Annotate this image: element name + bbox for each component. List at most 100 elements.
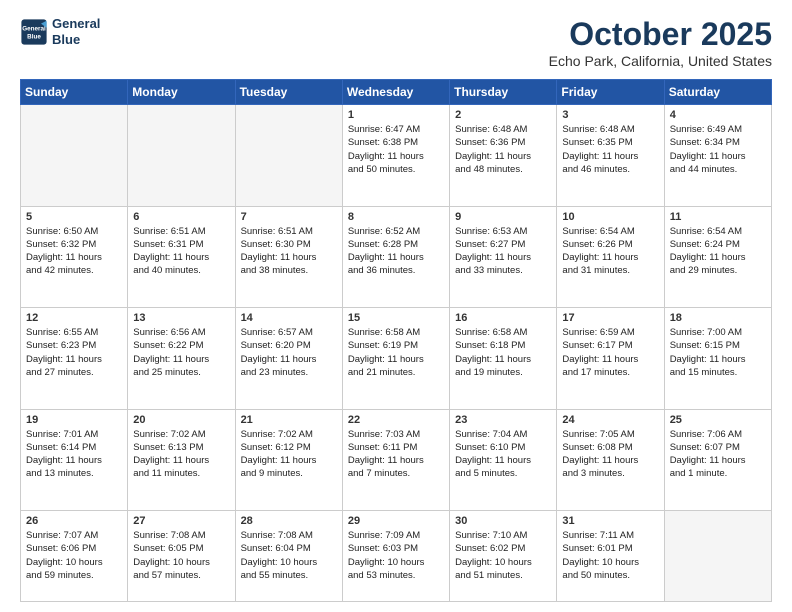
day-detail: Sunrise: 6:54 AM Sunset: 6:24 PM Dayligh… xyxy=(670,225,766,278)
day-detail: Sunrise: 7:09 AM Sunset: 6:03 PM Dayligh… xyxy=(348,529,444,582)
calendar-cell: 20Sunrise: 7:02 AM Sunset: 6:13 PM Dayli… xyxy=(128,409,235,511)
calendar-cell: 23 Sunrise: 7:04 AM Sunset: 6:10 PM Dayli… xyxy=(450,409,557,511)
day-number: 29 xyxy=(348,515,444,527)
day-detail: Sunrise: 7:10 AM Sunset: 6:02 PM Dayligh… xyxy=(455,529,551,582)
calendar-cell: 6 Sunrise: 6:51 AM Sunset: 6:31 PM Daylig… xyxy=(128,206,235,308)
calendar-cell: 12 Sunrise: 6:55 AM Sunset: 6:23 PM Dayli… xyxy=(21,308,128,410)
calendar-cell: 4 Sunrise: 6:49 AM Sunset: 6:34 PM Daylig… xyxy=(664,105,771,207)
weekday-header-wednesday: Wednesday xyxy=(342,80,449,105)
day-number: 27 xyxy=(133,515,229,527)
day-number: 8 xyxy=(348,211,444,223)
day-number: 14 xyxy=(241,312,337,324)
day-detail: Sunrise: 6:59 AM Sunset: 6:17 PM Dayligh… xyxy=(562,326,658,379)
day-detail: Sunrise: 6:58 AM Sunset: 6:18 PM Dayligh… xyxy=(455,326,551,379)
day-number: 13 xyxy=(133,312,229,324)
day-detail: Sunrise: 7:05 AM Sunset: 6:08 PM Dayligh… xyxy=(562,428,658,481)
day-number: 22 xyxy=(348,414,444,426)
day-number: 10 xyxy=(562,211,658,223)
day-detail: Sunrise: 6:50 AM Sunset: 6:32 PM Dayligh… xyxy=(26,225,122,278)
calendar-cell xyxy=(235,105,342,207)
calendar-cell: 28 Sunrise: 7:08 AM Sunset: 6:04 PM Dayli… xyxy=(235,511,342,602)
day-number: 6 xyxy=(133,211,229,223)
day-detail: Sunrise: 6:55 AM Sunset: 6:23 PM Dayligh… xyxy=(26,326,122,379)
day-number: 24 xyxy=(562,414,658,426)
calendar-cell: 19 Sunrise: 7:01 AM Sunset: 6:14 PM Dayli… xyxy=(21,409,128,511)
day-number: 28 xyxy=(241,515,337,527)
day-detail: Sunrise: 7:07 AM Sunset: 6:06 PM Dayligh… xyxy=(26,529,122,582)
weekday-header-thursday: Thursday xyxy=(450,80,557,105)
day-number: 3 xyxy=(562,109,658,121)
day-number: 7 xyxy=(241,211,337,223)
day-detail: Sunrise: 7:04 AM Sunset: 6:10 PM Dayligh… xyxy=(455,428,551,481)
calendar-cell: 21Sunrise: 7:02 AM Sunset: 6:12 PM Dayli… xyxy=(235,409,342,511)
header: General Blue General Blue October 2025 E… xyxy=(20,16,772,69)
calendar-cell: 22 Sunrise: 7:03 AM Sunset: 6:11 PM Dayli… xyxy=(342,409,449,511)
day-number: 17 xyxy=(562,312,658,324)
day-number: 16 xyxy=(455,312,551,324)
header-row: SundayMondayTuesdayWednesdayThursdayFrid… xyxy=(21,80,772,105)
day-number: 5 xyxy=(26,211,122,223)
svg-text:Blue: Blue xyxy=(27,33,41,40)
calendar-cell: 3 Sunrise: 6:48 AM Sunset: 6:35 PM Daylig… xyxy=(557,105,664,207)
calendar-cell: 27 Sunrise: 7:08 AM Sunset: 6:05 PM Dayli… xyxy=(128,511,235,602)
weekday-header-monday: Monday xyxy=(128,80,235,105)
calendar-cell: 14 Sunrise: 6:57 AM Sunset: 6:20 PM Dayli… xyxy=(235,308,342,410)
day-number: 11 xyxy=(670,211,766,223)
calendar-week-4: 26Sunrise: 7:07 AM Sunset: 6:06 PM Dayli… xyxy=(21,511,772,602)
day-number: 23 xyxy=(455,414,551,426)
logo: General Blue General Blue xyxy=(20,16,100,47)
day-detail: Sunrise: 7:08 AM Sunset: 6:05 PM Dayligh… xyxy=(133,529,229,582)
location: Echo Park, California, United States xyxy=(549,53,772,69)
day-detail: Sunrise: 6:52 AM Sunset: 6:28 PM Dayligh… xyxy=(348,225,444,278)
calendar-cell: 5 Sunrise: 6:50 AM Sunset: 6:32 PM Daylig… xyxy=(21,206,128,308)
calendar-cell: 10 Sunrise: 6:54 AM Sunset: 6:26 PM Dayli… xyxy=(557,206,664,308)
calendar-cell: 15Sunrise: 6:58 AM Sunset: 6:19 PM Dayli… xyxy=(342,308,449,410)
calendar-week-1: 5 Sunrise: 6:50 AM Sunset: 6:32 PM Daylig… xyxy=(21,206,772,308)
day-detail: Sunrise: 7:01 AM Sunset: 6:14 PM Dayligh… xyxy=(26,428,122,481)
calendar-cell xyxy=(664,511,771,602)
calendar-cell: 26Sunrise: 7:07 AM Sunset: 6:06 PM Dayli… xyxy=(21,511,128,602)
day-detail: Sunrise: 7:02 AM Sunset: 6:13 PM Dayligh… xyxy=(133,428,229,481)
svg-text:General: General xyxy=(22,25,46,32)
calendar-cell: 31Sunrise: 7:11 AM Sunset: 6:01 PM Dayli… xyxy=(557,511,664,602)
logo-text: General Blue xyxy=(52,16,100,47)
day-detail: Sunrise: 6:56 AM Sunset: 6:22 PM Dayligh… xyxy=(133,326,229,379)
calendar-cell xyxy=(128,105,235,207)
day-number: 2 xyxy=(455,109,551,121)
weekday-header-friday: Friday xyxy=(557,80,664,105)
day-detail: Sunrise: 6:57 AM Sunset: 6:20 PM Dayligh… xyxy=(241,326,337,379)
day-number: 30 xyxy=(455,515,551,527)
day-detail: Sunrise: 7:11 AM Sunset: 6:01 PM Dayligh… xyxy=(562,529,658,582)
calendar-cell: 8 Sunrise: 6:52 AM Sunset: 6:28 PM Daylig… xyxy=(342,206,449,308)
day-detail: Sunrise: 6:54 AM Sunset: 6:26 PM Dayligh… xyxy=(562,225,658,278)
day-detail: Sunrise: 6:51 AM Sunset: 6:31 PM Dayligh… xyxy=(133,225,229,278)
day-number: 12 xyxy=(26,312,122,324)
calendar-cell: 30 Sunrise: 7:10 AM Sunset: 6:02 PM Dayli… xyxy=(450,511,557,602)
day-number: 18 xyxy=(670,312,766,324)
day-detail: Sunrise: 6:51 AM Sunset: 6:30 PM Dayligh… xyxy=(241,225,337,278)
day-number: 4 xyxy=(670,109,766,121)
weekday-header-sunday: Sunday xyxy=(21,80,128,105)
day-number: 19 xyxy=(26,414,122,426)
day-detail: Sunrise: 7:03 AM Sunset: 6:11 PM Dayligh… xyxy=(348,428,444,481)
weekday-header-tuesday: Tuesday xyxy=(235,80,342,105)
day-detail: Sunrise: 6:47 AM Sunset: 6:38 PM Dayligh… xyxy=(348,123,444,176)
day-detail: Sunrise: 7:08 AM Sunset: 6:04 PM Dayligh… xyxy=(241,529,337,582)
calendar-week-3: 19 Sunrise: 7:01 AM Sunset: 6:14 PM Dayli… xyxy=(21,409,772,511)
calendar-week-2: 12 Sunrise: 6:55 AM Sunset: 6:23 PM Dayli… xyxy=(21,308,772,410)
calendar-cell: 2Sunrise: 6:48 AM Sunset: 6:36 PM Daylig… xyxy=(450,105,557,207)
calendar-cell xyxy=(21,105,128,207)
weekday-header-saturday: Saturday xyxy=(664,80,771,105)
calendar-cell: 17 Sunrise: 6:59 AM Sunset: 6:17 PM Dayli… xyxy=(557,308,664,410)
day-detail: Sunrise: 6:49 AM Sunset: 6:34 PM Dayligh… xyxy=(670,123,766,176)
calendar-cell: 29 Sunrise: 7:09 AM Sunset: 6:03 PM Dayli… xyxy=(342,511,449,602)
day-number: 21 xyxy=(241,414,337,426)
calendar-week-0: 1 Sunrise: 6:47 AM Sunset: 6:38 PM Daylig… xyxy=(21,105,772,207)
day-detail: Sunrise: 6:48 AM Sunset: 6:35 PM Dayligh… xyxy=(562,123,658,176)
day-number: 9 xyxy=(455,211,551,223)
logo-line2: Blue xyxy=(52,32,100,48)
day-number: 1 xyxy=(348,109,444,121)
day-detail: Sunrise: 6:58 AM Sunset: 6:19 PM Dayligh… xyxy=(348,326,444,379)
calendar-cell: 18Sunrise: 7:00 AM Sunset: 6:15 PM Dayli… xyxy=(664,308,771,410)
calendar-cell: 25Sunrise: 7:06 AM Sunset: 6:07 PM Dayli… xyxy=(664,409,771,511)
